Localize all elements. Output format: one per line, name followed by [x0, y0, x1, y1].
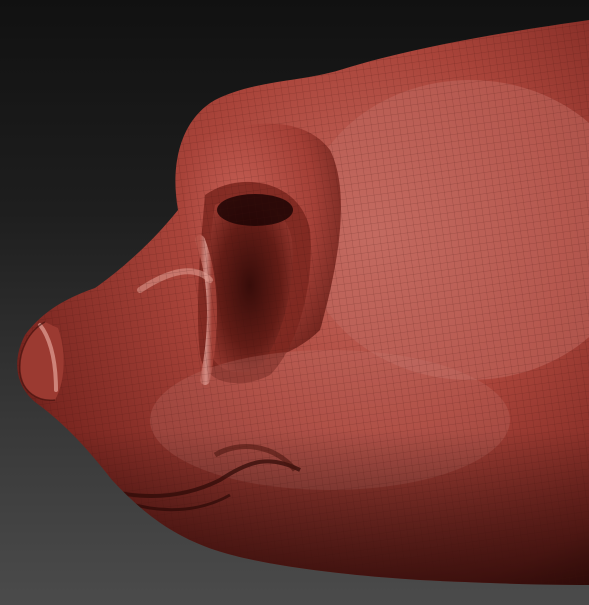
head-mesh — [17, 20, 589, 585]
3d-viewport[interactable] — [0, 0, 589, 605]
sculpt-model-render[interactable] — [0, 0, 589, 605]
